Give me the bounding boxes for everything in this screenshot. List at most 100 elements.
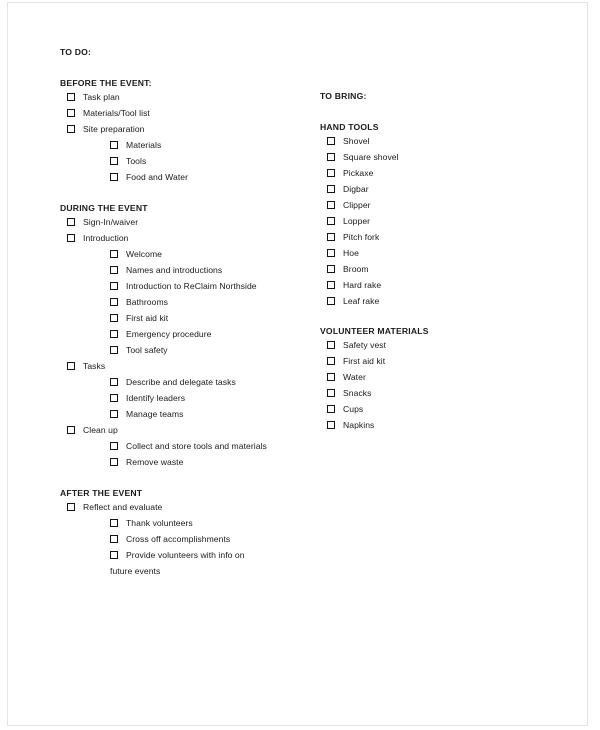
checklist-item[interactable]: Shovel [327, 133, 550, 149]
section-heading-hand-tools: HAND TOOLS [320, 122, 379, 132]
checklist-item[interactable]: Reflect and evaluate [67, 499, 310, 515]
checkbox-icon[interactable] [110, 551, 118, 559]
checklist-item[interactable]: Sign-In/waiver [67, 214, 310, 230]
checklist-item[interactable]: First aid kit [110, 310, 310, 326]
checkbox-icon[interactable] [110, 519, 118, 527]
checkbox-icon[interactable] [327, 297, 335, 305]
checklist-item-label: Manage teams [126, 409, 184, 419]
checklist-item[interactable]: Pitch fork [327, 229, 550, 245]
checklist-item[interactable]: Welcome [110, 246, 310, 262]
checklist-item-label: Tasks [83, 361, 106, 371]
checklist-item[interactable]: Pickaxe [327, 165, 550, 181]
checkbox-icon[interactable] [327, 421, 335, 429]
checkbox-icon[interactable] [327, 357, 335, 365]
checkbox-icon[interactable] [327, 233, 335, 241]
checklist-item[interactable]: Hoe [327, 245, 550, 261]
checklist-item[interactable]: Provide volunteers with info on future ev… [110, 547, 310, 579]
checklist-item[interactable]: Bathrooms [110, 294, 310, 310]
checkbox-icon[interactable] [110, 442, 118, 450]
checkbox-icon[interactable] [327, 185, 335, 193]
checklist-item-label: Names and introductions [126, 265, 223, 275]
checkbox-icon[interactable] [110, 173, 118, 181]
checklist-item[interactable]: Emergency procedure [110, 326, 310, 342]
checklist-item[interactable]: Names and introductions [110, 262, 310, 278]
checkbox-icon[interactable] [67, 125, 75, 133]
checkbox-icon[interactable] [327, 201, 335, 209]
checklist-item[interactable]: Lopper [327, 213, 550, 229]
checklist-item[interactable]: Materials/Tool list [67, 105, 310, 121]
checklist-item[interactable]: Tools [110, 153, 310, 169]
checkbox-icon[interactable] [67, 503, 75, 511]
checklist-item[interactable]: Napkins [327, 417, 550, 433]
checklist-item[interactable]: Describe and delegate tasks [110, 374, 310, 390]
checkbox-icon[interactable] [327, 389, 335, 397]
checklist-item[interactable]: Manage teams [110, 406, 310, 422]
checkbox-icon[interactable] [327, 217, 335, 225]
checklist-item[interactable]: Materials [110, 137, 310, 153]
checklist-item[interactable]: Site preparation [67, 121, 310, 137]
checklist-item[interactable]: Clipper [327, 197, 550, 213]
checklist-item[interactable]: Square shovel [327, 149, 550, 165]
checkbox-icon[interactable] [67, 426, 75, 434]
checklist-item[interactable]: Digbar [327, 181, 550, 197]
checklist-item[interactable]: Cross off accomplishments [110, 531, 310, 547]
checklist-item-label: Water [343, 372, 366, 382]
checkbox-icon[interactable] [327, 153, 335, 161]
checkbox-icon[interactable] [327, 265, 335, 273]
checkbox-icon[interactable] [67, 234, 75, 242]
checklist-item[interactable]: Identify leaders [110, 390, 310, 406]
checkbox-icon[interactable] [110, 141, 118, 149]
checklist-item[interactable]: Clean up [67, 422, 310, 438]
checklist-item-label: Task plan [83, 92, 120, 102]
checklist-item-label: Identify leaders [126, 393, 186, 403]
checklist-item[interactable]: Thank volunteers [110, 515, 310, 531]
checkbox-icon[interactable] [110, 535, 118, 543]
checkbox-icon[interactable] [327, 169, 335, 177]
checkbox-icon[interactable] [110, 250, 118, 258]
checkbox-icon[interactable] [110, 346, 118, 354]
checklist-item[interactable]: Task plan [67, 89, 310, 105]
checklist-item[interactable]: Tasks [67, 358, 310, 374]
checkbox-icon[interactable] [327, 405, 335, 413]
page-title: TO DO: [60, 47, 92, 57]
checklist-item[interactable]: Food and Water [110, 169, 310, 185]
checkbox-icon[interactable] [110, 330, 118, 338]
checkbox-icon[interactable] [67, 93, 75, 101]
checklist-item[interactable]: Snacks [327, 385, 550, 401]
checklist-item[interactable]: Introduction [67, 230, 310, 246]
checkbox-icon[interactable] [110, 458, 118, 466]
checkbox-icon[interactable] [110, 378, 118, 386]
checklist-item-label: Thank volunteers [126, 518, 193, 528]
checkbox-icon[interactable] [110, 266, 118, 274]
checkbox-icon[interactable] [110, 282, 118, 290]
checklist-item[interactable]: Tool safety [110, 342, 310, 358]
checklist-item[interactable]: Broom [327, 261, 550, 277]
checklist-item-label: Lopper [343, 216, 371, 226]
checklist-item[interactable]: Water [327, 369, 550, 385]
checkbox-icon[interactable] [67, 362, 75, 370]
checklist-item[interactable]: Hard rake [327, 277, 550, 293]
checkbox-icon[interactable] [327, 281, 335, 289]
checkbox-icon[interactable] [110, 410, 118, 418]
checkbox-icon[interactable] [110, 298, 118, 306]
checklist-item[interactable]: Collect and store tools and materials [110, 438, 310, 454]
checkbox-icon[interactable] [67, 109, 75, 117]
checklist-item[interactable]: First aid kit [327, 353, 550, 369]
checkbox-icon[interactable] [327, 249, 335, 257]
checkbox-icon[interactable] [327, 373, 335, 381]
checklist-item[interactable]: Safety vest [327, 337, 550, 353]
checkbox-icon[interactable] [327, 341, 335, 349]
checkbox-icon[interactable] [110, 314, 118, 322]
checklist-item[interactable]: Leaf rake [327, 293, 550, 309]
checklist-item-label: Provide volunteers with info on future ev… [110, 547, 310, 579]
checklist-item[interactable]: Remove waste [110, 454, 310, 470]
checklist-item[interactable]: Cups [327, 401, 550, 417]
checklist-item-label: Leaf rake [343, 296, 380, 306]
checkbox-icon[interactable] [110, 394, 118, 402]
checkbox-icon[interactable] [327, 137, 335, 145]
checklist-item-label: Welcome [126, 249, 163, 259]
checklist-item[interactable]: Introduction to ReClaim Northside [110, 278, 310, 294]
checkbox-icon[interactable] [67, 218, 75, 226]
checkbox-icon[interactable] [110, 157, 118, 165]
